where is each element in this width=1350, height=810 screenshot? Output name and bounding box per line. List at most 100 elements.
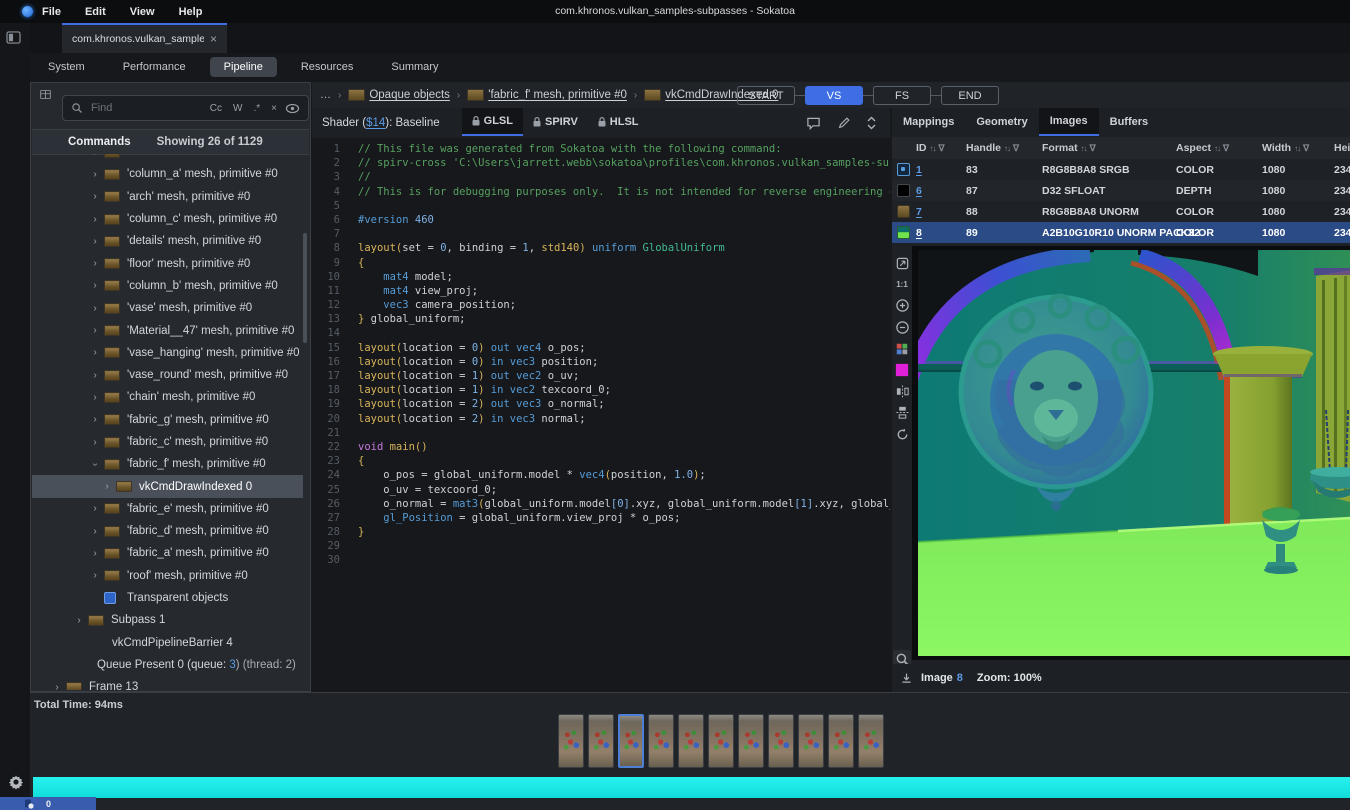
chevron-right-icon[interactable]: › bbox=[90, 503, 100, 514]
tree-item[interactable]: ›vkCmdDrawIndexed 0 bbox=[32, 475, 303, 497]
tree-item[interactable]: ›'fabric_e' mesh, primitive #0 bbox=[32, 498, 303, 520]
image-table-row[interactable]: 889A2B10G10R10 UNORM PACK32COLOR10802340 bbox=[892, 222, 1350, 243]
chevron-right-icon[interactable]: › bbox=[90, 258, 100, 269]
tab-resources[interactable]: Resources bbox=[287, 57, 368, 77]
frame-thumbnail[interactable] bbox=[588, 714, 614, 768]
tree-item[interactable]: ›'fabric_g' mesh, primitive #0 bbox=[32, 409, 303, 431]
eye-icon[interactable] bbox=[285, 103, 300, 114]
chevron-right-icon[interactable]: › bbox=[90, 437, 100, 448]
tree-scrollbar-thumb[interactable] bbox=[303, 233, 307, 343]
shader-handle-link[interactable]: $14 bbox=[366, 117, 385, 129]
menu-help[interactable]: Help bbox=[179, 6, 203, 18]
tree-item[interactable]: Queue Present 0 (queue: 3) (thread: 2) bbox=[32, 654, 303, 676]
tree-item[interactable]: ›Subpass 1 bbox=[32, 609, 303, 631]
tab-pipeline[interactable]: Pipeline bbox=[210, 57, 277, 77]
rotate-icon[interactable] bbox=[893, 425, 911, 443]
frame-thumbnail[interactable] bbox=[738, 714, 764, 768]
frame-thumbnail[interactable] bbox=[648, 714, 674, 768]
sort-icon[interactable]: ↑↓ bbox=[930, 144, 936, 153]
filter-icon[interactable]: ∇ bbox=[1303, 143, 1309, 154]
breadcrumb-item[interactable]: 'fabric_f' mesh, primitive #0 bbox=[467, 89, 627, 101]
chevron-right-icon[interactable]: › bbox=[90, 191, 100, 202]
document-tab[interactable]: com.khronos.vulkan_samples-subpasses × bbox=[62, 25, 227, 53]
tree-item[interactable]: ›'vase' mesh, primitive #0 bbox=[32, 297, 303, 319]
chevron-right-icon[interactable]: › bbox=[90, 154, 100, 158]
frame-thumbnail[interactable] bbox=[858, 714, 884, 768]
tree-item[interactable]: › bbox=[32, 154, 303, 163]
chevron-down-icon[interactable]: › bbox=[90, 459, 101, 469]
find-bar[interactable]: Find CcW.*× bbox=[62, 95, 309, 121]
tree-item[interactable]: ›'column_c' mesh, primitive #0 bbox=[32, 208, 303, 230]
tree-item[interactable]: ›'column_a' mesh, primitive #0 bbox=[32, 163, 303, 185]
chevron-right-icon[interactable]: › bbox=[90, 414, 100, 425]
column-header-id[interactable]: ID↑↓∇ bbox=[916, 137, 945, 159]
close-tab-icon[interactable]: × bbox=[210, 32, 217, 46]
stage-button-start[interactable]: START bbox=[737, 86, 795, 105]
frame-thumbnail[interactable] bbox=[708, 714, 734, 768]
tree-item[interactable]: ›'vase_hanging' mesh, primitive #0 bbox=[32, 342, 303, 364]
comment-icon[interactable] bbox=[806, 116, 821, 130]
find-option-xx[interactable]: .* bbox=[253, 103, 260, 114]
chevron-right-icon[interactable]: › bbox=[74, 615, 84, 626]
chevron-right-icon[interactable]: › bbox=[90, 236, 100, 247]
resource-tab-geometry[interactable]: Geometry bbox=[965, 108, 1038, 136]
frame-thumbnail[interactable] bbox=[618, 714, 644, 768]
font-size-stepper-icon[interactable] bbox=[867, 116, 876, 130]
image-table-row[interactable]: 687D32 SFLOATDEPTH10802340 bbox=[892, 180, 1350, 201]
menu-view[interactable]: View bbox=[130, 6, 155, 18]
chevron-right-icon[interactable]: › bbox=[52, 682, 62, 690]
sort-icon[interactable]: ↑↓ bbox=[1294, 144, 1300, 153]
chevron-right-icon[interactable]: › bbox=[90, 392, 100, 403]
fit-icon[interactable] bbox=[893, 254, 911, 272]
cell-id[interactable]: 8 bbox=[916, 222, 922, 243]
menu-edit[interactable]: Edit bbox=[85, 6, 106, 18]
resource-tab-images[interactable]: Images bbox=[1039, 108, 1099, 136]
one-icon[interactable]: 1:1 bbox=[893, 275, 911, 293]
download-icon[interactable] bbox=[900, 672, 913, 685]
tree-item[interactable]: ›'fabric_f' mesh, primitive #0 bbox=[32, 453, 303, 475]
find-option-cc[interactable]: Cc bbox=[210, 103, 222, 114]
settings-gear-icon[interactable] bbox=[8, 774, 26, 792]
frame-thumbnail[interactable] bbox=[798, 714, 824, 768]
tree-item[interactable]: ›'chain' mesh, primitive #0 bbox=[32, 386, 303, 408]
chevron-right-icon[interactable]: › bbox=[90, 347, 100, 358]
chevron-right-icon[interactable]: › bbox=[90, 214, 100, 225]
chevron-right-icon[interactable]: › bbox=[90, 280, 100, 291]
filter-icon[interactable]: ∇ bbox=[939, 143, 945, 154]
tree-item[interactable]: ›'roof' mesh, primitive #0 bbox=[32, 565, 303, 587]
frame-thumbnail[interactable] bbox=[678, 714, 704, 768]
column-header-format[interactable]: Format↑↓∇ bbox=[1042, 137, 1096, 159]
status-badge[interactable]: 0 bbox=[0, 797, 96, 810]
frame-thumbnail[interactable] bbox=[828, 714, 854, 768]
column-header-width[interactable]: Width↑↓∇ bbox=[1262, 137, 1309, 159]
edit-icon[interactable] bbox=[837, 116, 851, 130]
chevron-right-icon[interactable]: › bbox=[90, 526, 100, 537]
tree-item[interactable]: ›'details' mesh, primitive #0 bbox=[32, 230, 303, 252]
chevron-right-icon[interactable]: › bbox=[90, 169, 100, 180]
find-placeholder[interactable]: Find bbox=[91, 102, 202, 114]
swatch-icon[interactable] bbox=[893, 361, 911, 379]
tree-item[interactable]: ›'fabric_d' mesh, primitive #0 bbox=[32, 520, 303, 542]
image-table-row[interactable]: 183R8G8B8A8 SRGBCOLOR10802340 bbox=[892, 159, 1350, 180]
zoomin-icon[interactable] bbox=[893, 297, 911, 315]
shader-code-editor[interactable]: 1// This file was generated from Sokatoa… bbox=[312, 138, 890, 692]
chevron-right-icon[interactable]: › bbox=[90, 548, 100, 559]
frame-thumbnail[interactable] bbox=[558, 714, 584, 768]
chevron-right-icon[interactable]: › bbox=[90, 303, 100, 314]
cell-id[interactable]: 6 bbox=[916, 180, 922, 201]
column-header-height[interactable]: Height↑↓∇ bbox=[1334, 137, 1350, 159]
tree-item[interactable]: vkCmdPipelineBarrier 4 bbox=[32, 632, 303, 654]
tab-summary[interactable]: Summary bbox=[377, 57, 452, 77]
find-option-w[interactable]: W bbox=[233, 103, 242, 114]
column-header-handle[interactable]: Handle↑↓∇ bbox=[966, 137, 1019, 159]
shader-tab-hlsl[interactable]: HLSL bbox=[588, 108, 649, 136]
tree-item[interactable]: ›Frame 13 bbox=[32, 676, 303, 690]
chevron-right-icon[interactable]: › bbox=[90, 570, 100, 581]
stage-button-vs[interactable]: VS bbox=[805, 86, 863, 105]
image-id-link[interactable]: 8 bbox=[957, 672, 963, 684]
frame-thumbnail[interactable] bbox=[768, 714, 794, 768]
breadcrumb-item[interactable]: Opaque objects bbox=[348, 89, 450, 101]
sort-icon[interactable]: ↑↓ bbox=[1004, 144, 1010, 153]
shader-tab-spirv[interactable]: SPIRV bbox=[523, 108, 588, 136]
tree-item[interactable]: ›'vase_round' mesh, primitive #0 bbox=[32, 364, 303, 386]
